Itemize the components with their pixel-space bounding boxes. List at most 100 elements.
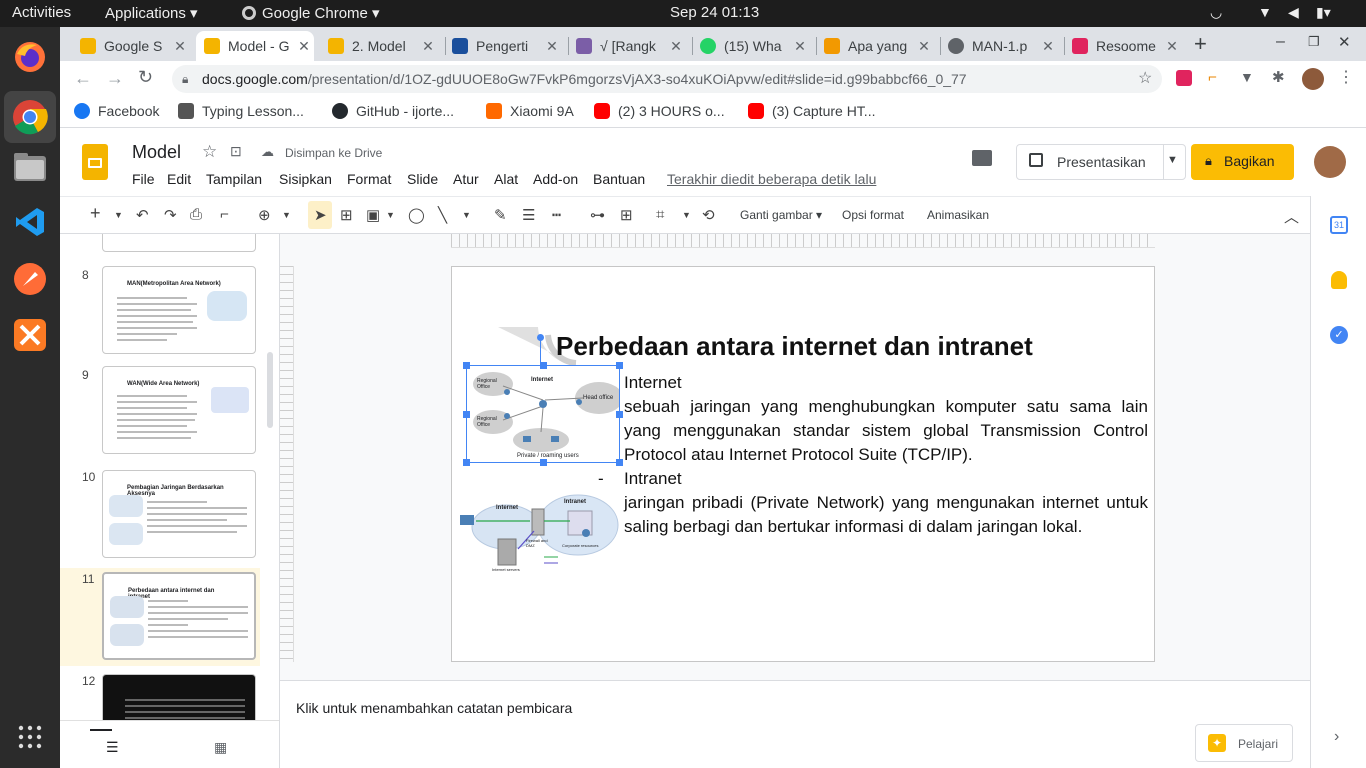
star-icon[interactable]: ☆ <box>202 142 217 162</box>
resize-handle[interactable] <box>463 362 470 369</box>
menu-format[interactable]: Format <box>347 171 391 187</box>
profile-avatar[interactable] <box>1302 68 1324 90</box>
grid-view-icon[interactable]: ▦ <box>214 739 227 756</box>
resize-handle[interactable] <box>540 362 547 369</box>
close-icon[interactable]: ✕ <box>1162 38 1182 55</box>
chrome-menu-icon[interactable]: ⋮ <box>1338 67 1354 87</box>
battery-icon[interactable]: ▮▾ <box>1316 4 1331 21</box>
bookmark-xiaomi[interactable]: Xiaomi 9A <box>486 103 574 119</box>
chevron-down-icon[interactable]: ▼ <box>114 210 123 220</box>
close-icon[interactable]: ✕ <box>666 38 686 55</box>
files-icon[interactable] <box>10 147 50 187</box>
line-icon[interactable]: ╲ <box>438 206 447 224</box>
extension-icon[interactable]: ▼ <box>1240 69 1254 85</box>
rotate-handle[interactable] <box>537 334 544 341</box>
crop-icon[interactable]: ⌗ <box>656 206 664 223</box>
tab-0[interactable]: Google S ✕ <box>72 31 190 61</box>
close-icon[interactable]: ✕ <box>790 38 810 55</box>
applications-menu[interactable]: Applications ▾ <box>105 4 198 22</box>
tasks-icon[interactable]: ✓ <box>1330 326 1348 344</box>
last-edit-link[interactable]: Terakhir diedit beberapa detik lalu <box>667 171 876 187</box>
slide-thumbnail-11-selected[interactable]: Perbedaan antara internet dan intranet <box>102 572 256 660</box>
xampp-icon[interactable] <box>10 315 50 355</box>
resize-handle[interactable] <box>463 459 470 466</box>
current-slide[interactable]: Perbedaan antara internet dan intranet -… <box>451 266 1155 662</box>
slide-thumbnail-10[interactable]: Pembagian Jaringan Berdasarkan Aksesnya <box>102 470 256 558</box>
collapse-toolbar-icon[interactable]: ︿ <box>1284 206 1299 227</box>
extension-icon[interactable] <box>1176 70 1192 86</box>
present-button[interactable]: Presentasikan ▼ <box>1016 144 1186 180</box>
activities-button[interactable]: Activities <box>12 4 71 21</box>
zoom-icon[interactable]: ⊕ <box>258 206 271 224</box>
account-avatar[interactable] <box>1314 146 1346 178</box>
app-menu[interactable]: Google Chrome ▾ <box>242 4 380 22</box>
vscode-icon[interactable] <box>10 202 50 242</box>
notes-placeholder[interactable]: Klik untuk menambahkan catatan pembicara <box>296 700 572 716</box>
calendar-icon[interactable]: 31 <box>1330 216 1348 234</box>
reload-icon[interactable]: ↻ <box>138 67 153 88</box>
resize-handle[interactable] <box>616 459 623 466</box>
keep-icon[interactable] <box>1331 271 1347 289</box>
lock-icon[interactable]: 🔒︎ <box>182 65 188 93</box>
close-window-icon[interactable]: ✕ <box>1338 33 1351 51</box>
close-icon[interactable]: ✕ <box>418 38 438 55</box>
resize-handle[interactable] <box>463 411 470 418</box>
new-tab-button[interactable]: + <box>1194 31 1207 57</box>
resize-handle[interactable] <box>540 459 547 466</box>
redo-icon[interactable]: ↷ <box>164 206 177 224</box>
menu-insert[interactable]: Sisipkan <box>279 171 332 187</box>
link-icon[interactable]: ⊶ <box>590 206 605 224</box>
paint-format-icon[interactable]: ⌐ <box>220 206 229 223</box>
tab-5[interactable]: (15) Wha ✕ <box>692 31 810 61</box>
show-apps-icon[interactable] <box>10 717 50 757</box>
back-icon[interactable]: ← <box>74 68 92 89</box>
network-diagram-image[interactable]: Regional Office Internet Regional Office… <box>463 334 623 466</box>
slide-thumbnail-7[interactable] <box>102 234 256 252</box>
address-bar[interactable]: 🔒︎ docs.google.com/presentation/d/1OZ-gd… <box>172 65 1162 93</box>
cursor-icon[interactable]: ➤ <box>314 206 327 224</box>
extension-icon[interactable]: ⌐ <box>1208 69 1217 86</box>
slides-logo-icon[interactable] <box>82 144 108 180</box>
chevron-down-icon[interactable]: ▼ <box>682 210 691 220</box>
shape-icon[interactable]: ◯ <box>408 206 425 224</box>
pen-icon[interactable]: ✎ <box>494 206 507 224</box>
intranet-diagram-image[interactable]: Internet Intranet Firewall and DMZ Inter… <box>458 491 622 583</box>
bookmark-typing[interactable]: Typing Lesson... <box>178 103 304 119</box>
firefox-icon[interactable] <box>10 37 50 77</box>
new-slide-icon[interactable]: + <box>90 203 101 224</box>
tab-1-active[interactable]: Model - G ✕ <box>196 31 314 61</box>
format-options-button[interactable]: Opsi format <box>842 208 904 222</box>
print-icon[interactable]: ⎙ <box>190 206 202 223</box>
restore-icon[interactable]: ❐ <box>1308 34 1320 50</box>
chevron-down-icon[interactable]: ▼ <box>386 210 395 220</box>
filmstrip-scrollbar[interactable] <box>267 352 273 428</box>
bookmark-github[interactable]: GitHub - ijorte... <box>332 103 454 119</box>
tab-6[interactable]: Apa yang ✕ <box>816 31 934 61</box>
volume-icon[interactable]: ◀ <box>1288 4 1299 21</box>
undo-icon[interactable]: ↶ <box>136 206 149 224</box>
close-icon[interactable]: ✕ <box>542 38 562 55</box>
chevron-down-icon[interactable]: ▼ <box>462 210 471 220</box>
sync-icon[interactable]: ◡ <box>1210 4 1222 21</box>
speaker-notes[interactable]: Klik untuk menambahkan catatan pembicara… <box>280 680 1310 768</box>
text-box-icon[interactable]: ⊞ <box>340 206 353 224</box>
postman-icon[interactable] <box>10 259 50 299</box>
line-weight-icon[interactable]: ☰ <box>522 206 535 224</box>
close-icon[interactable]: ✕ <box>1038 38 1058 55</box>
tab-3[interactable]: Pengerti ✕ <box>444 31 562 61</box>
bookmark-youtube-2[interactable]: (3) Capture HT... <box>748 103 875 119</box>
menu-view[interactable]: Tampilan <box>206 171 262 187</box>
image-icon[interactable]: ▣ <box>366 206 380 224</box>
tab-8[interactable]: Resoome ✕ <box>1064 31 1182 61</box>
comments-icon[interactable] <box>972 150 992 166</box>
close-icon[interactable]: ✕ <box>170 38 190 55</box>
resize-handle[interactable] <box>616 411 623 418</box>
bookmark-facebook[interactable]: Facebook <box>74 103 159 119</box>
menu-slide[interactable]: Slide <box>407 171 438 187</box>
chevron-right-icon[interactable]: › <box>1334 728 1339 746</box>
close-icon[interactable]: ✕ <box>294 38 314 55</box>
animate-button[interactable]: Animasikan <box>927 208 989 222</box>
menu-addons[interactable]: Add-on <box>533 171 578 187</box>
menu-tools[interactable]: Alat <box>494 171 518 187</box>
filmstrip-view-icon[interactable]: ☰ <box>106 739 119 756</box>
